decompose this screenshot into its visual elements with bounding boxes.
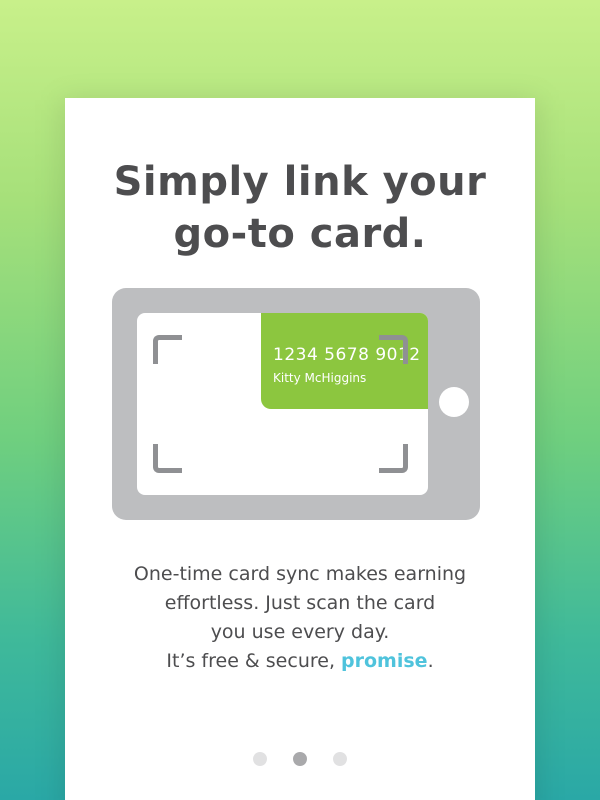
promise-link[interactable]: promise: [341, 650, 428, 672]
onboarding-panel: Simply link your go-to card. 1234 5678 9…: [65, 98, 535, 800]
pagination-dots: [65, 752, 535, 766]
description-line-4-suffix: .: [427, 650, 434, 672]
description-line-4: It’s free & secure, promise.: [65, 647, 535, 676]
page-dot-1[interactable]: [253, 752, 267, 766]
phone-screen: 1234 5678 9012 Kitty McHiggins: [137, 313, 428, 495]
phone-home-button-icon: [439, 387, 469, 417]
scan-corner-bottom-left-icon: [153, 444, 182, 473]
description-line-2: effortless. Just scan the card: [164, 592, 436, 614]
headline-line-2: go-to card.: [173, 211, 427, 257]
headline-line-1: Simply link your: [113, 159, 487, 205]
scan-corner-top-left-icon: [153, 335, 182, 364]
page-dot-3[interactable]: [333, 752, 347, 766]
scan-corner-top-right-icon: [379, 335, 408, 364]
page-dot-2[interactable]: [293, 752, 307, 766]
description-line-4-prefix: It’s free & secure,: [166, 650, 342, 672]
page-title: Simply link your go-to card.: [65, 156, 535, 260]
card-holder-name: Kitty McHiggins: [273, 371, 367, 385]
description-text: One-time card sync makes earning effortl…: [65, 560, 535, 676]
description-line-1: One-time card sync makes earning: [133, 563, 467, 585]
description-line-3: you use every day.: [210, 621, 390, 643]
phone-illustration: 1234 5678 9012 Kitty McHiggins: [112, 288, 480, 520]
scan-corner-bottom-right-icon: [379, 444, 408, 473]
